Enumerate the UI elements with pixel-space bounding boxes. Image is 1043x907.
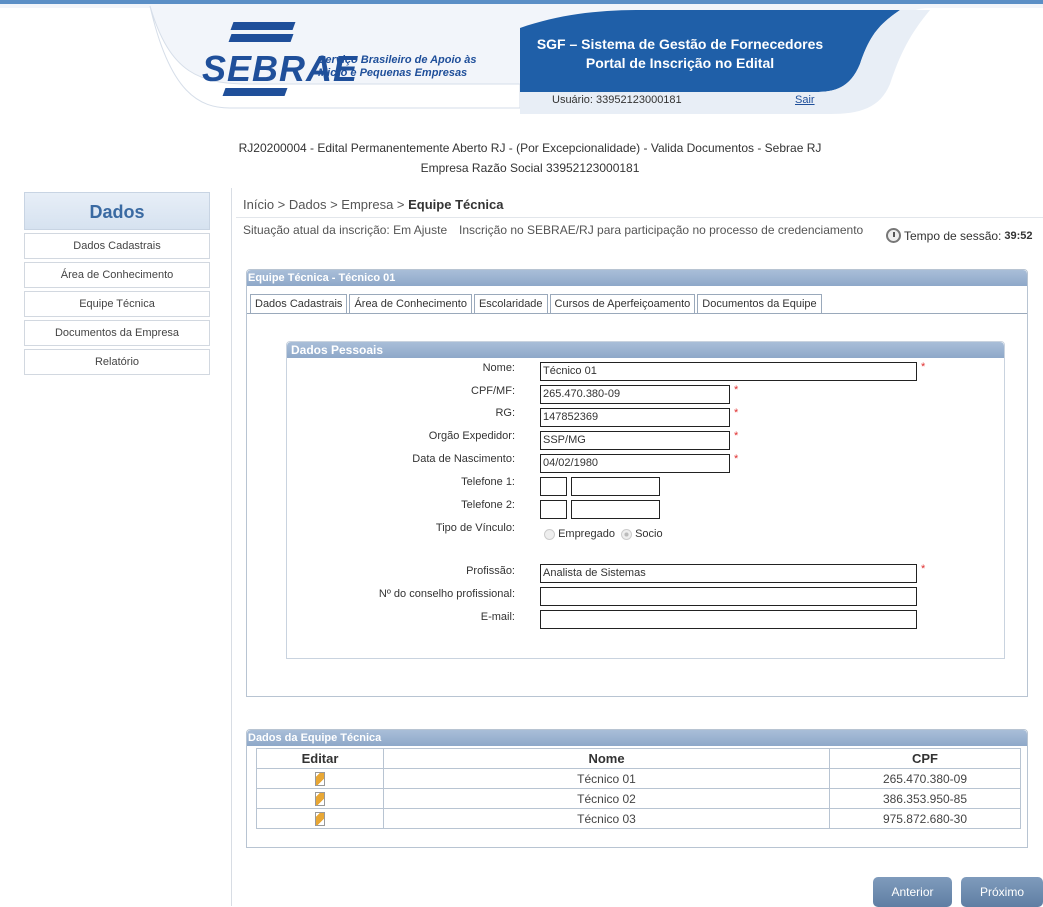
breadcrumb-current: Equipe Técnica bbox=[408, 197, 504, 212]
sidebar-item-documentos-empresa[interactable]: Documentos da Empresa bbox=[24, 320, 210, 346]
sidebar-item-relatorio[interactable]: Relatório bbox=[24, 349, 210, 375]
inscription-description: Inscrição no SEBRAE/RJ para participação… bbox=[459, 223, 864, 237]
cpf-cell: 386.353.950-85 bbox=[829, 788, 1021, 809]
vinculo-label: Tipo de Vínculo: bbox=[435, 522, 515, 534]
radio-empregado-label: Empregado bbox=[558, 528, 615, 540]
system-subtitle: Portal de Inscrição no Edital bbox=[585, 55, 775, 71]
logo-subtitle-2: Micro e Pequenas Empresas bbox=[318, 67, 468, 79]
nascimento-label: Data de Nascimento: bbox=[412, 453, 515, 465]
tab-area-conhecimento[interactable]: Área de Conhecimento bbox=[349, 294, 472, 313]
profissao-required-mark: * bbox=[921, 563, 926, 575]
cpf-cell: 265.470.380-09 bbox=[829, 768, 1021, 789]
sebrae-logo: SEBRAE Serviço Brasileiro de Apoio às Mi… bbox=[200, 22, 490, 104]
cpf-input[interactable]: 265.470.380-09 bbox=[540, 385, 730, 404]
tab-cursos[interactable]: Cursos de Aperfeiçoamento bbox=[549, 294, 696, 313]
session-value: 39:52 bbox=[1004, 229, 1033, 242]
team-table: Editar Nome CPF Técnico 01 265.470.380-0… bbox=[256, 748, 1021, 829]
user-label: Usuário: 33952123000181 bbox=[552, 94, 682, 106]
next-button[interactable]: Próximo bbox=[961, 877, 1043, 907]
tab-escolaridade[interactable]: Escolaridade bbox=[473, 294, 548, 313]
table-header-row: Editar Nome CPF bbox=[256, 748, 1021, 769]
sidebar-item-equipe-tecnica[interactable]: Equipe Técnica bbox=[24, 291, 210, 317]
email-input[interactable] bbox=[540, 610, 917, 629]
breadcrumb-divider bbox=[236, 217, 1043, 218]
nascimento-input[interactable]: 04/02/1980 bbox=[540, 454, 730, 473]
nome-input[interactable]: Técnico 01 bbox=[540, 362, 917, 381]
vinculo-radio-group: Empregado Socio bbox=[544, 528, 663, 540]
inscription-status: Situação atual da inscrição: Em Ajuste bbox=[243, 223, 448, 237]
conselho-input[interactable] bbox=[540, 587, 917, 606]
profissao-label: Profissão: bbox=[466, 565, 515, 577]
team-panel-title: Equipe Técnica - Técnico 01 bbox=[247, 270, 1027, 286]
tab-documentos-equipe[interactable]: Documentos da Equipe bbox=[697, 294, 822, 313]
logout-link[interactable]: Sair bbox=[795, 94, 815, 106]
system-title: SGF – Sistema de Gestão de Fornecedores bbox=[536, 36, 824, 52]
session-label: Tempo de sessão: bbox=[904, 228, 1002, 243]
radio-empregado[interactable] bbox=[544, 528, 555, 540]
edit-pencil-icon[interactable] bbox=[315, 791, 325, 806]
table-row: Técnico 03 975.872.680-30 bbox=[256, 808, 1021, 829]
column-header-cpf: CPF bbox=[829, 748, 1021, 769]
sidebar-item-dados-cadastrais[interactable]: Dados Cadastrais bbox=[24, 233, 210, 259]
rg-label: RG: bbox=[495, 407, 515, 419]
edit-pencil-icon[interactable] bbox=[315, 811, 325, 826]
orgao-required-mark: * bbox=[734, 430, 739, 442]
cpf-label: CPF/MF: bbox=[471, 385, 515, 397]
edit-cell bbox=[256, 768, 384, 789]
logo-subtitle-1: Serviço Brasileiro de Apoio às bbox=[318, 54, 477, 66]
edit-pencil-icon[interactable] bbox=[315, 771, 325, 786]
cpf-cell: 975.872.680-30 bbox=[829, 808, 1021, 829]
table-row: Técnico 01 265.470.380-09 bbox=[256, 768, 1021, 789]
name-cell: Técnico 02 bbox=[383, 788, 830, 809]
telefone1-ddd-input[interactable] bbox=[540, 477, 567, 496]
session-timer: Tempo de sessão: 39:52 bbox=[886, 228, 1033, 243]
sidebar-item-area-conhecimento[interactable]: Área de Conhecimento bbox=[24, 262, 210, 288]
team-list-title: Dados da Equipe Técnica bbox=[247, 730, 1027, 746]
breadcrumb-path[interactable]: Início > Dados > Empresa > bbox=[243, 197, 408, 212]
column-header-editar: Editar bbox=[256, 748, 384, 769]
telefone2-label: Telefone 2: bbox=[461, 499, 515, 511]
radio-socio[interactable] bbox=[621, 528, 632, 540]
tab-underline bbox=[247, 313, 1027, 314]
rg-required-mark: * bbox=[734, 407, 739, 419]
profissao-input[interactable]: Analista de Sistemas bbox=[540, 564, 917, 583]
team-list-panel: Dados da Equipe Técnica Editar Nome CPF … bbox=[246, 729, 1028, 848]
sidebar: Dados Dados Cadastrais Área de Conhecime… bbox=[24, 192, 210, 375]
conselho-label: Nº do conselho profissional: bbox=[378, 588, 515, 600]
clock-icon bbox=[886, 228, 901, 243]
nome-required-mark: * bbox=[921, 361, 926, 373]
column-header-nome: Nome bbox=[383, 748, 830, 769]
email-label: E-mail: bbox=[480, 611, 515, 623]
sidebar-title: Dados bbox=[24, 192, 210, 230]
telefone1-input[interactable] bbox=[571, 477, 660, 496]
edital-description: RJ20200004 - Edital Permanentemente Aber… bbox=[238, 141, 822, 155]
orgao-label: Orgão Expedidor: bbox=[428, 430, 515, 442]
rg-input[interactable]: 147852369 bbox=[540, 408, 730, 427]
orgao-input[interactable]: SSP/MG bbox=[540, 431, 730, 450]
breadcrumb: Início > Dados > Empresa > Equipe Técnic… bbox=[243, 197, 504, 212]
nome-label: Nome: bbox=[482, 362, 515, 374]
name-cell: Técnico 01 bbox=[383, 768, 830, 789]
personal-data-section: Dados Pessoais Nome: CPF/MF: RG: Orgão E… bbox=[286, 341, 1005, 659]
vertical-divider bbox=[231, 188, 232, 906]
edit-cell bbox=[256, 788, 384, 809]
previous-button[interactable]: Anterior bbox=[873, 877, 952, 907]
tab-dados-cadastrais[interactable]: Dados Cadastrais bbox=[250, 294, 348, 313]
telefone2-ddd-input[interactable] bbox=[540, 500, 567, 519]
company-name: Empresa Razão Social 33952123000181 bbox=[420, 161, 640, 175]
tab-bar: Dados Cadastrais Área de Conhecimento Es… bbox=[250, 294, 822, 313]
radio-socio-label: Socio bbox=[635, 528, 663, 540]
telefone1-label: Telefone 1: bbox=[461, 476, 515, 488]
telefone2-input[interactable] bbox=[571, 500, 660, 519]
team-panel: Equipe Técnica - Técnico 01 Dados Cadast… bbox=[246, 269, 1028, 697]
table-row: Técnico 02 386.353.950-85 bbox=[256, 788, 1021, 809]
edit-cell bbox=[256, 808, 384, 829]
nascimento-required-mark: * bbox=[734, 453, 739, 465]
personal-data-title: Dados Pessoais bbox=[287, 342, 1004, 358]
cpf-required-mark: * bbox=[734, 384, 739, 396]
name-cell: Técnico 03 bbox=[383, 808, 830, 829]
